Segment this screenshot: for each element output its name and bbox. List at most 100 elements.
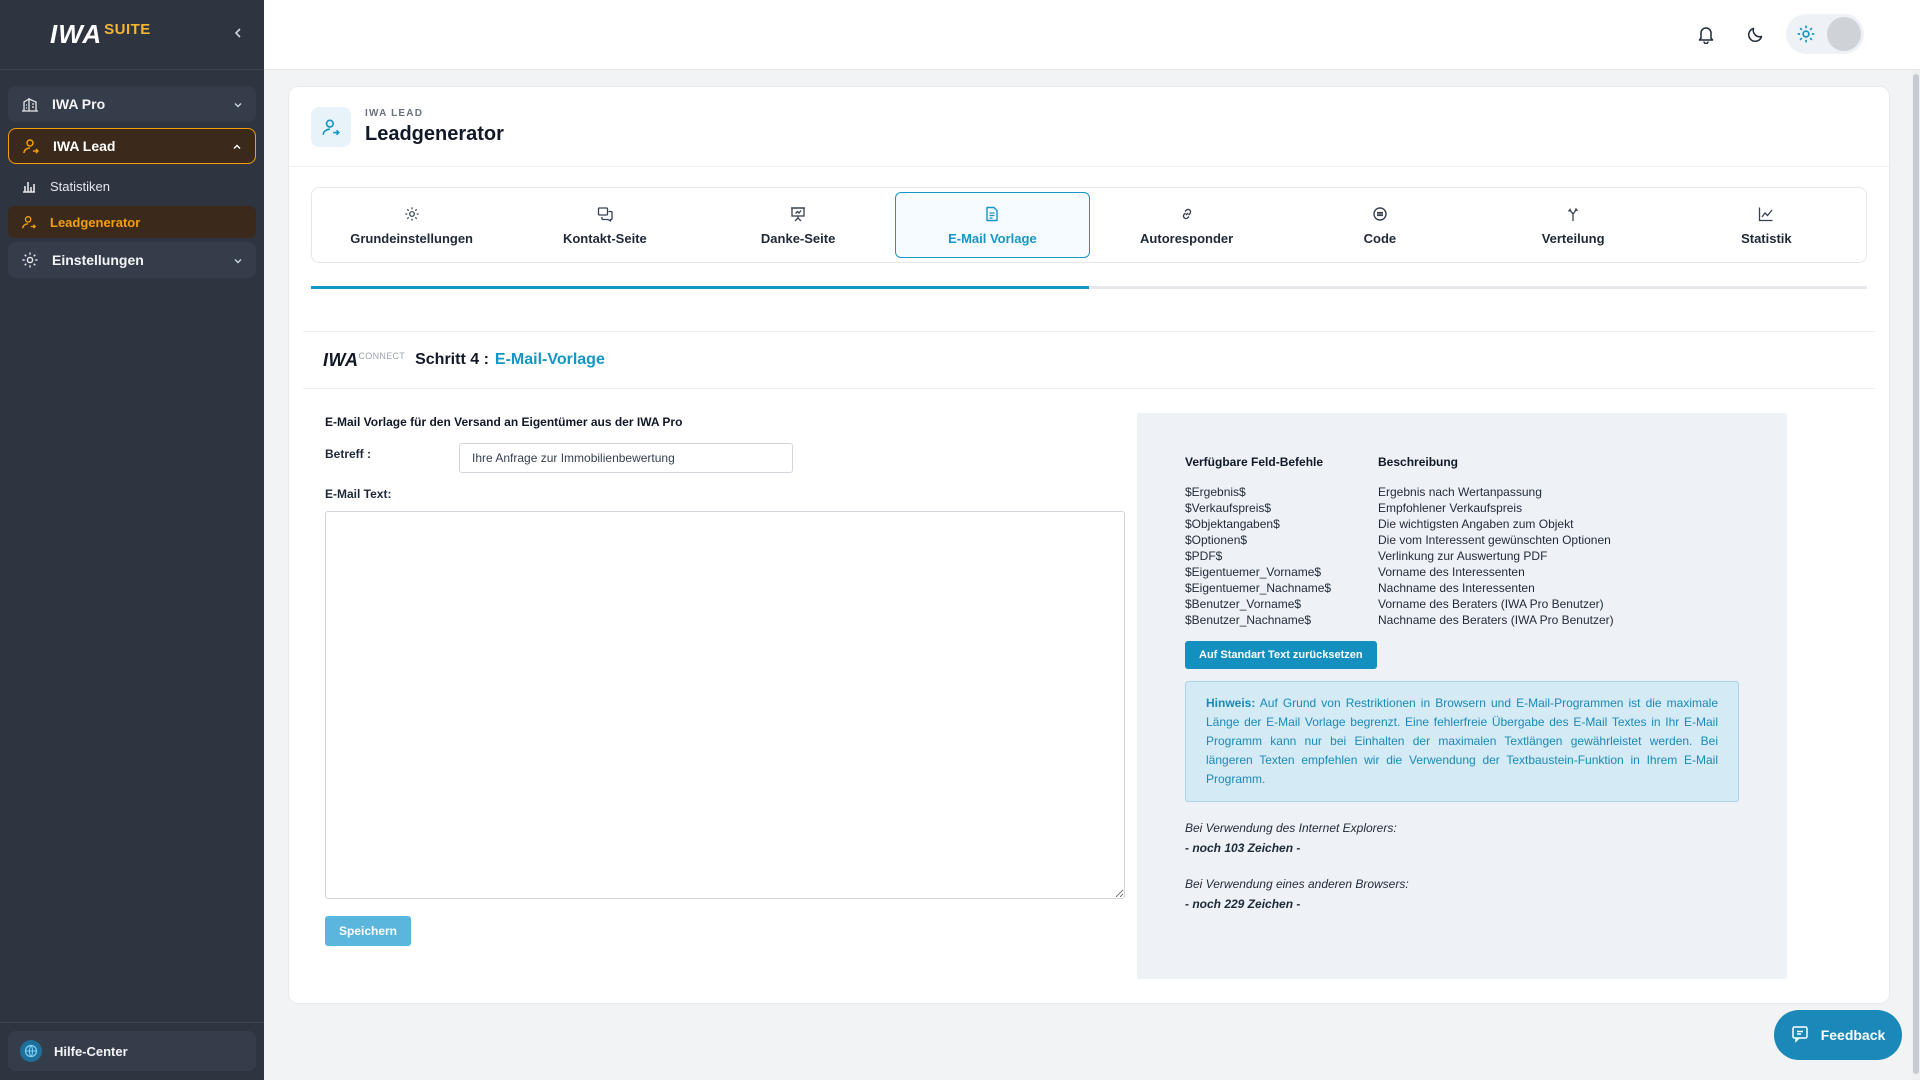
other-count: - noch 229 Zeichen - [1185,897,1301,911]
sidebar-item-iwa-pro[interactable]: IWA Pro [8,86,256,122]
reset-default-text-button[interactable]: Auf Standart Text zurücksetzen [1185,641,1377,669]
link-icon [1178,205,1196,223]
page-scrollbar[interactable] [1912,70,1920,1080]
field-description: Verlinkung zur Auswertung PDF [1378,549,1548,563]
field-description: Die wichtigsten Angaben zum Objekt [1378,517,1574,531]
field-command: $Optionen$ [1185,533,1248,547]
ie-label: Bei Verwendung des Internet Explorers: [1185,821,1397,835]
logo-suite: SUITE [104,21,151,38]
hint-text: Auf Grund von Restriktionen in Browsern … [1206,696,1719,786]
tab-label: E-Mail Vorlage [948,230,1037,246]
field-description: Vorname des Interessenten [1378,565,1525,579]
dark-mode-icon[interactable] [1736,14,1776,54]
brand-sub: CONNECT [358,350,406,361]
tab-kontakt-seite[interactable]: Kontakt-Seite [508,192,701,258]
sidebar-nav: IWA Pro IWA Lead Statistiken Leadgenerat… [0,70,264,300]
chevron-down-icon [232,254,244,266]
scrollbar-thumb[interactable] [1913,74,1919,1074]
page-eyebrow: IWA LEAD [365,107,424,119]
avatar[interactable] [1827,17,1861,51]
email-body-textarea[interactable] [325,511,1125,899]
form-title: E-Mail Vorlage für den Versand an Eigent… [325,415,683,429]
wizard-progress-fill [311,286,1089,289]
main-card: IWA LEAD Leadgenerator Grundeinstellunge… [288,86,1890,1004]
globe-icon [20,1040,42,1062]
sidebar-item-label: Statistiken [50,178,110,194]
wizard-tabs: Grundeinstellungen Kontakt-Seite Danke-S… [311,187,1867,263]
chevron-up-icon [231,140,243,152]
page-title: Leadgenerator [365,122,504,145]
feedback-button[interactable]: Feedback [1774,1010,1902,1060]
topbar [264,0,1920,70]
ie-count: - noch 103 Zeichen - [1185,841,1301,855]
field-command: $Verkaufspreis$ [1185,501,1272,515]
sidebar-item-label: IWA Pro [52,96,106,112]
logo-main: IWA [50,19,103,49]
chevron-down-icon [232,98,244,110]
help-center-button[interactable]: Hilfe-Center [8,1031,256,1071]
field-description: Vorname des Beraters (IWA Pro Benutzer) [1378,597,1604,611]
app-logo[interactable]: IWA SUITE [50,19,151,50]
sidebar-item-leadgenerator[interactable]: Leadgenerator [8,206,256,238]
field-commands-table: Verfügbare Feld-Befehle Beschreibung $Er… [1185,455,1739,627]
user-lead-icon [21,136,41,156]
tab-verteilung[interactable]: Verteilung [1477,192,1670,258]
gear-icon[interactable] [1789,17,1823,51]
feedback-icon [1791,1025,1809,1046]
step-name: E-Mail-Vorlage [494,351,605,368]
sidebar-footer: Hilfe-Center [0,1022,264,1080]
tab-statistik[interactable]: Statistik [1670,192,1863,258]
gear-icon [20,250,40,270]
user-lead-icon [20,213,38,231]
subject-input[interactable] [459,443,793,473]
sidebar-header: IWA SUITE [0,0,264,70]
tab-label: Statistik [1741,230,1792,246]
sidebar-item-einstellungen[interactable]: Einstellungen [8,242,256,278]
sidebar-item-statistiken[interactable]: Statistiken [8,170,256,202]
tab-label: Code [1363,230,1397,246]
field-command: $PDF$ [1185,549,1223,563]
field-command: $Benutzer_Vorname$ [1185,597,1302,611]
field-description: Nachname des Beraters (IWA Pro Benutzer) [1378,613,1614,627]
bell-icon[interactable] [1686,14,1726,54]
field-commands-panel: Verfügbare Feld-Befehle Beschreibung $Er… [1137,413,1787,979]
other-label: Bei Verwendung eines anderen Browsers: [1185,877,1409,891]
collapse-sidebar-icon[interactable] [232,26,244,44]
hint-label: Hinweis: [1206,696,1256,710]
col-header-description: Beschreibung [1378,455,1459,469]
field-description: Die vom Interessent gewünschten Optionen [1378,533,1611,547]
line-chart-icon [1757,205,1775,223]
field-command: $Eigentuemer_Nachname$ [1185,581,1332,595]
tab-label: Autoresponder [1140,230,1234,246]
tab-grundeinstellungen[interactable]: Grundeinstellungen [315,192,508,258]
sidebar-item-label: Leadgenerator [50,214,141,230]
tab-danke-seite[interactable]: Danke-Seite [702,192,895,258]
tab-label: Kontakt-Seite [562,230,647,246]
user-lead-icon [311,106,351,147]
hint-box: Hinweis: Auf Grund von Restriktionen in … [1185,681,1739,802]
subject-label: Betreff : [325,447,372,461]
tab-code[interactable]: Code [1283,192,1476,258]
tab-e-mail-vorlage[interactable]: E-Mail Vorlage [894,192,1090,258]
page-header: IWA LEAD Leadgenerator [289,87,1889,167]
user-menu[interactable] [1786,14,1864,54]
wizard-progress-bar [311,286,1867,289]
save-button[interactable]: Speichern [325,916,411,946]
feedback-label: Feedback [1820,1027,1886,1043]
field-description: Ergebnis nach Wertanpassung [1378,485,1542,499]
iwa-connect-logo: IWA CONNECT [323,350,405,371]
char-count-other: Bei Verwendung eines anderen Browsers: -… [1185,874,1739,914]
tab-autoresponder[interactable]: Autoresponder [1090,192,1283,258]
field-command: $Benutzer_Nachname$ [1185,613,1312,627]
field-command: $Ergebnis$ [1185,485,1246,499]
step-number: Schritt 4 : [415,351,489,368]
step-header: IWA CONNECT Schritt 4 : E-Mail-Vorlage [303,331,1875,389]
presentation-icon [789,205,807,223]
help-center-label: Hilfe-Center [54,1043,128,1059]
sidebar-item-iwa-lead[interactable]: IWA Lead [8,128,256,164]
sidebar-item-label: IWA Lead [53,138,116,154]
field-description: Nachname des Interessenten [1378,581,1535,595]
email-template-form: E-Mail Vorlage für den Versand an Eigent… [325,415,1125,946]
col-header-commands: Verfügbare Feld-Befehle [1185,455,1324,469]
tab-label: Grundeinstellungen [350,230,474,246]
